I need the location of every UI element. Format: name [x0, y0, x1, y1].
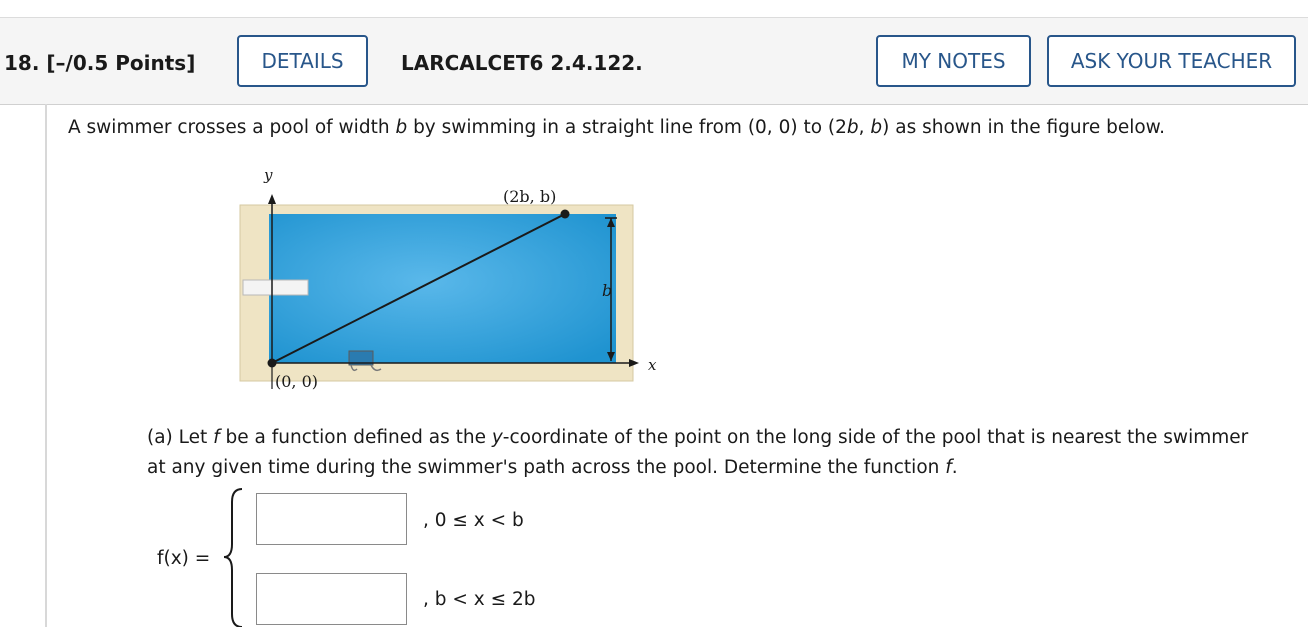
endpoint-label: (2b, b): [503, 187, 556, 206]
y-axis-label: y: [263, 166, 273, 184]
x-axis-arrow: [629, 359, 639, 367]
my-notes-button[interactable]: MY NOTES: [876, 35, 1031, 87]
prompt-var: b: [846, 117, 859, 138]
width-label: b: [602, 281, 612, 300]
part-a-question: (a) Let f be a function defined as the y…: [147, 423, 1257, 483]
part-a-text: (a) Let: [147, 427, 214, 448]
details-button[interactable]: DETAILS: [237, 35, 368, 87]
prompt-text: ) as shown in the figure below.: [882, 117, 1165, 138]
diving-board: [242, 279, 309, 296]
prompt-text: A swimmer crosses a pool of width: [68, 117, 396, 138]
origin-label: (0, 0): [275, 372, 318, 391]
y-axis-arrow: [268, 194, 276, 204]
problem-statement: A swimmer crosses a pool of width b by s…: [68, 117, 1165, 138]
content-left-rule: [45, 104, 47, 627]
piece-2-answer-input[interactable]: [256, 573, 407, 625]
question-points: [–/0.5 Points]: [46, 51, 196, 75]
part-a-text: .: [951, 457, 958, 478]
part-a-var: y: [491, 427, 503, 448]
piece-2-condition: , b < x ≤ 2b: [423, 589, 536, 610]
piece-1-condition: , 0 ≤ x < b: [423, 510, 524, 531]
prompt-text: ,: [858, 117, 871, 138]
end-point: [560, 209, 570, 219]
ask-your-teacher-button[interactable]: ASK YOUR TEACHER: [1047, 35, 1296, 87]
pool-figure: b y x (2b, b) (0, 0): [239, 166, 657, 391]
prompt-var: b: [870, 117, 883, 138]
prompt-text: by swimming in a straight line from (0, …: [407, 117, 847, 138]
piece-1-answer-input[interactable]: [256, 493, 407, 545]
question-number: 18.: [4, 51, 40, 75]
piecewise-brace: [223, 488, 243, 627]
question-code: LARCALCET6 2.4.122.: [401, 51, 643, 75]
prompt-var: b: [395, 117, 408, 138]
question-number-points: 18. [–/0.5 Points]: [4, 51, 195, 75]
function-label: f(x) =: [157, 548, 211, 569]
part-a-text: be a function defined as the: [219, 427, 492, 448]
pool-water: [269, 214, 616, 363]
x-axis-label: x: [648, 356, 657, 374]
